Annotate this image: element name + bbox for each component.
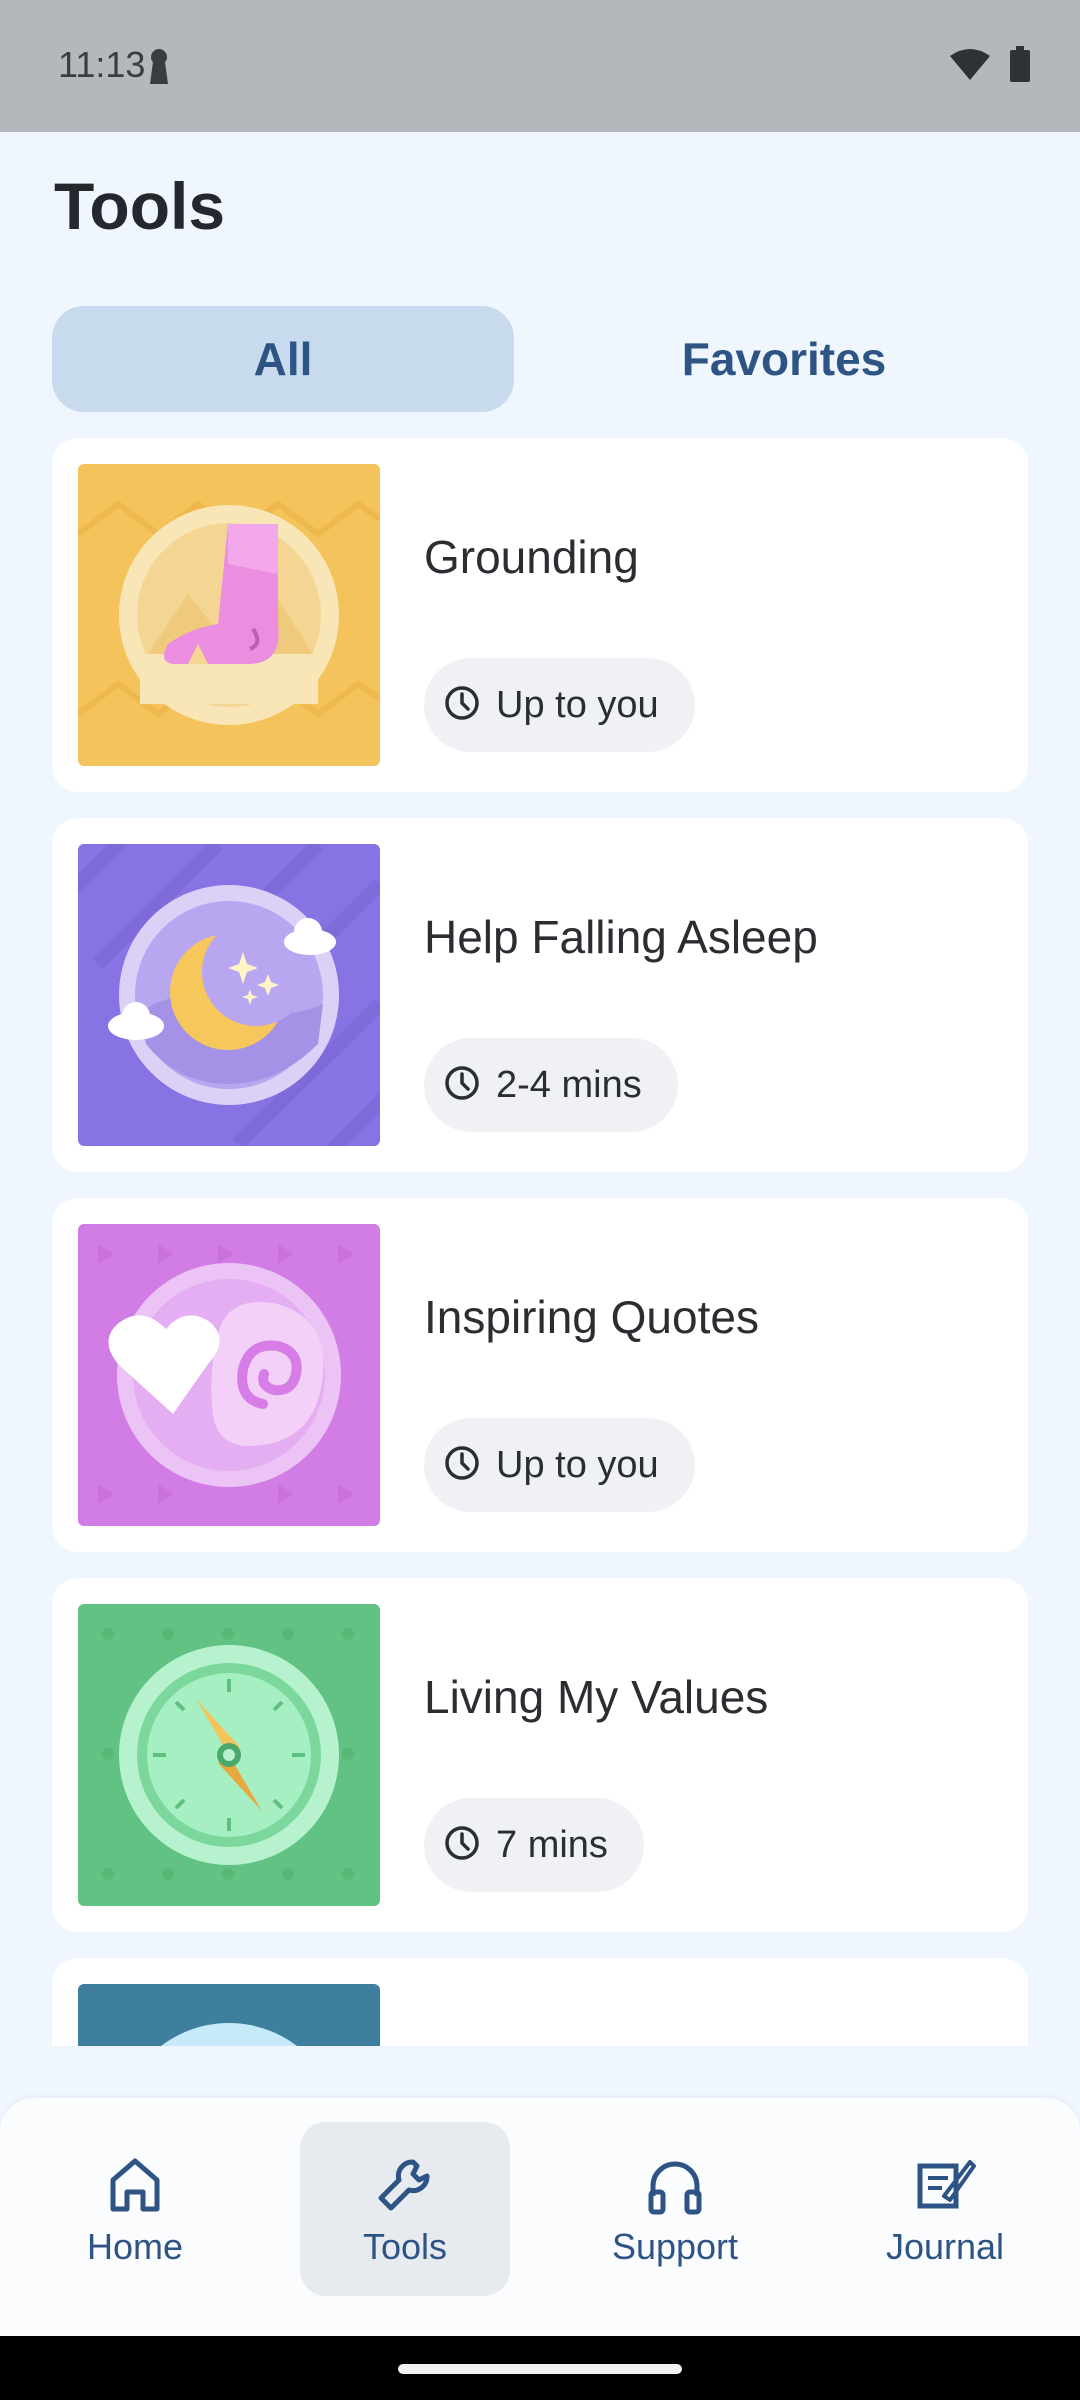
- clock-icon: [442, 1443, 482, 1488]
- nav-support[interactable]: Support: [570, 2122, 780, 2296]
- clock-icon: [442, 1063, 482, 1108]
- bottom-nav: Home Tools Support Journal: [0, 2098, 1080, 2336]
- partial-card-icon: [78, 1984, 380, 2046]
- status-bar: 11:13: [0, 0, 1080, 132]
- tool-card-inspiring-quotes[interactable]: Inspiring Quotes Up to you: [52, 1198, 1028, 1552]
- tool-title: Living My Values: [424, 1671, 769, 1723]
- tool-title: Grounding: [424, 531, 639, 583]
- duration-chip: Up to you: [424, 658, 695, 752]
- duration-chip: 2-4 mins: [424, 1038, 678, 1132]
- tab-favorites[interactable]: Favorites: [540, 306, 1028, 412]
- foot-grounding-icon: [78, 464, 380, 766]
- nav-label: Support: [611, 2226, 739, 2267]
- tool-card-grounding[interactable]: Grounding Up to you: [52, 438, 1028, 792]
- nav-tools[interactable]: Tools: [300, 2122, 510, 2296]
- duration-chip: Up to you: [424, 1418, 695, 1512]
- compass-icon: [78, 1604, 380, 1906]
- nav-home[interactable]: Home: [30, 2122, 240, 2296]
- duration-text: Up to you: [496, 1443, 659, 1486]
- duration-text: Up to you: [496, 683, 659, 726]
- nav-label: Tools: [362, 2226, 448, 2267]
- duration-chip: 7 mins: [424, 1798, 644, 1892]
- tab-all[interactable]: All: [52, 306, 514, 412]
- clock-icon: [442, 1823, 482, 1868]
- battery-icon: [1010, 46, 1030, 87]
- duration-text: 2-4 mins: [496, 1063, 642, 1106]
- headphones-icon: [645, 2156, 705, 2221]
- nav-label: Journal: [885, 2226, 1005, 2267]
- tool-card-living-my-values[interactable]: Living My Values 7 mins: [52, 1578, 1028, 1932]
- status-icons: [950, 46, 1030, 87]
- filter-tabs: All Favorites: [52, 306, 1028, 412]
- clock-icon: [442, 683, 482, 728]
- journal-icon: [914, 2156, 976, 2217]
- tool-card-help-falling-asleep[interactable]: Help Falling Asleep 2-4 mins: [52, 818, 1028, 1172]
- tool-title: Inspiring Quotes: [424, 1291, 759, 1343]
- tool-card-partial[interactable]: [52, 1958, 1028, 2046]
- heart-swirl-icon: [78, 1224, 380, 1526]
- nav-label: Home: [86, 2226, 184, 2267]
- nav-journal[interactable]: Journal: [840, 2122, 1050, 2296]
- tool-title: Help Falling Asleep: [424, 911, 818, 963]
- home-icon: [107, 2156, 163, 2219]
- status-time: 11:13: [58, 44, 146, 85]
- home-gesture-handle[interactable]: [398, 2364, 682, 2374]
- tools-list: Grounding Up to you Help Falling Asleep …: [0, 438, 1080, 2046]
- page-title: Tools: [54, 169, 226, 243]
- duration-text: 7 mins: [496, 1823, 608, 1866]
- keyhole-icon: [148, 48, 170, 89]
- wifi-icon: [950, 48, 990, 85]
- moon-stars-icon: [78, 844, 380, 1146]
- wrench-icon: [375, 2156, 435, 2221]
